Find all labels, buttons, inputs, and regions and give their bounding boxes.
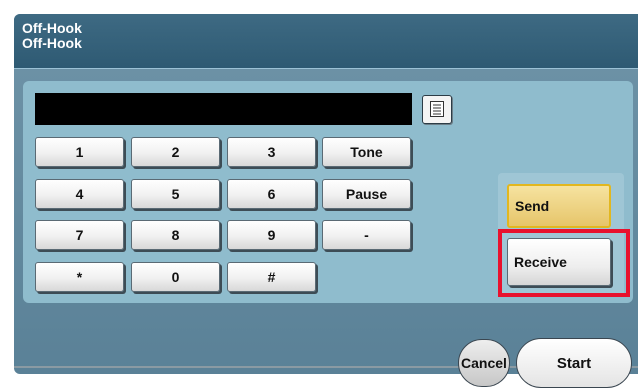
address-list-button[interactable] [422,95,452,124]
key-8[interactable]: 8 [131,220,220,250]
key-6[interactable]: 6 [227,179,316,209]
status-line-2: Off-Hook [22,35,82,51]
start-button[interactable]: Start [516,338,632,388]
key-5[interactable]: 5 [131,179,220,209]
key-3[interactable]: 3 [227,137,316,167]
status-header: Off-Hook Off-Hook [14,14,638,69]
key-0[interactable]: 0 [131,262,220,292]
key-hash[interactable]: # [227,262,316,292]
key-star[interactable]: * [35,262,124,292]
list-icon [430,101,444,117]
number-display [35,93,412,125]
key-2[interactable]: 2 [131,137,220,167]
hyphen-button[interactable]: - [322,220,411,250]
key-4[interactable]: 4 [35,179,124,209]
receive-button[interactable]: Receive [507,238,611,286]
pause-button[interactable]: Pause [322,179,411,209]
tone-button[interactable]: Tone [322,137,411,167]
send-button[interactable]: Send [507,184,611,228]
cancel-button[interactable]: Cancel [458,339,510,387]
key-7[interactable]: 7 [35,220,124,250]
key-1[interactable]: 1 [35,137,124,167]
key-9[interactable]: 9 [227,220,316,250]
status-line-1: Off-Hook [22,20,82,36]
